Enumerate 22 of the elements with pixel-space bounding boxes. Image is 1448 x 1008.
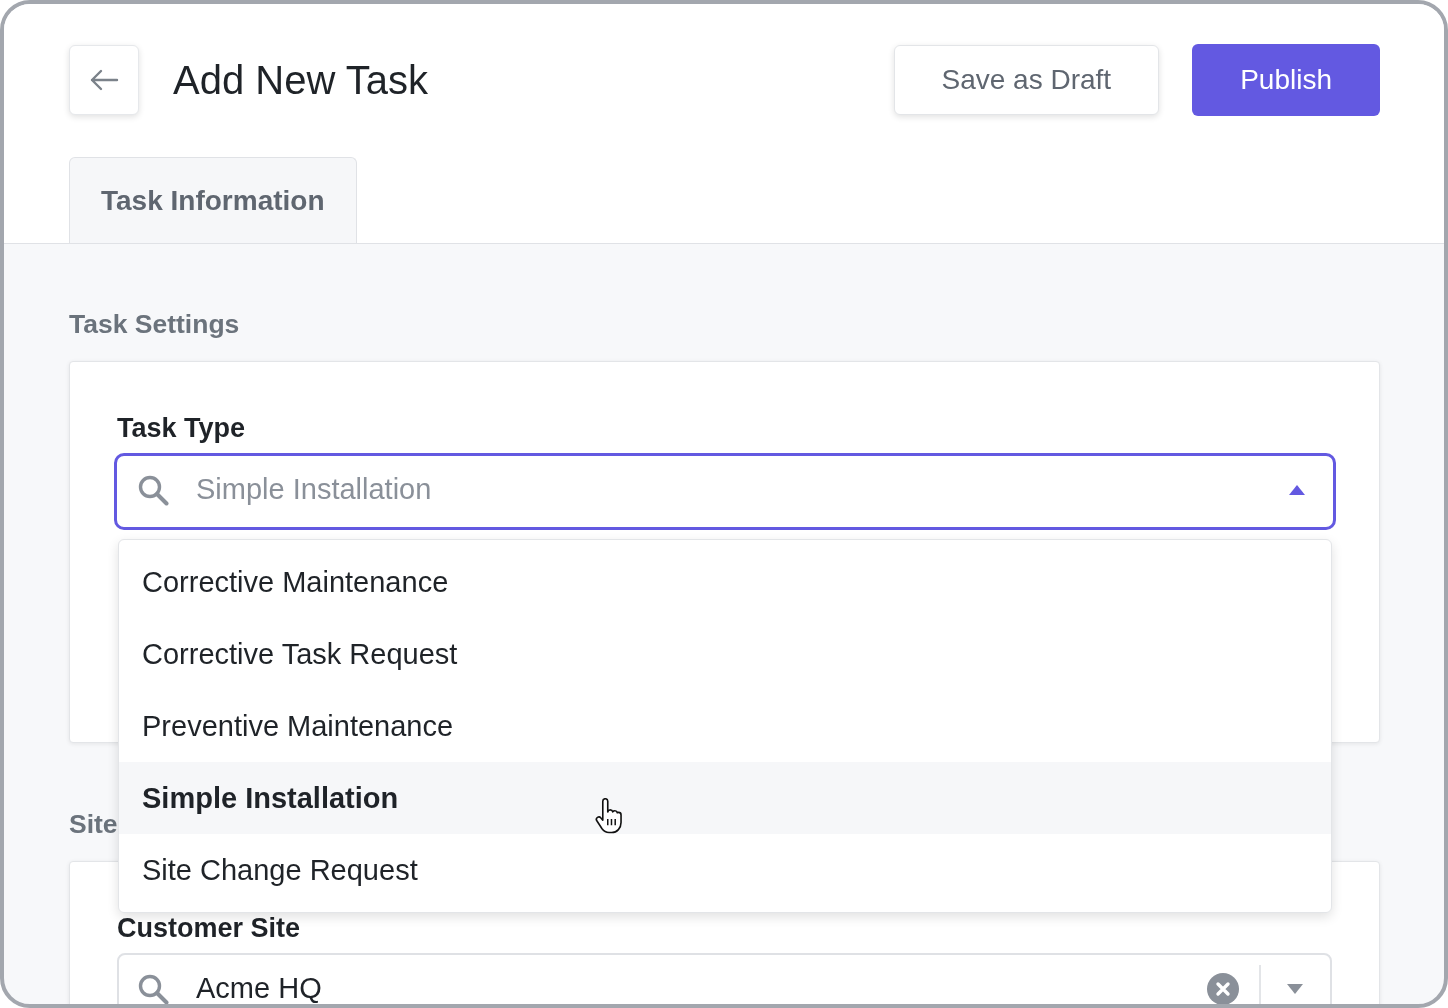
field-label: Task Type bbox=[117, 412, 246, 445]
dropdown-option[interactable]: Corrective Maintenance bbox=[119, 546, 1331, 618]
tab[interactable]: Task Information bbox=[69, 157, 357, 243]
save-draft-button[interactable]: Save as Draft bbox=[893, 45, 1160, 115]
hand-cursor-icon bbox=[594, 798, 624, 834]
section-heading: Site bbox=[69, 808, 118, 841]
search-icon bbox=[137, 473, 169, 506]
publish-button[interactable]: Publish bbox=[1192, 44, 1380, 116]
search-icon bbox=[137, 972, 169, 1004]
select-field[interactable]: Acme HQ bbox=[117, 953, 1332, 1004]
back-button[interactable] bbox=[69, 45, 139, 115]
field-label: Customer Site bbox=[117, 912, 301, 945]
caret-up-icon bbox=[1289, 484, 1305, 495]
dropdown-option[interactable]: Corrective Task Request bbox=[119, 618, 1331, 690]
dropdown-option[interactable]: Simple Installation bbox=[119, 762, 1331, 834]
dropdown-option[interactable]: Site Change Request bbox=[119, 834, 1331, 906]
page-title: Add New Task bbox=[173, 57, 428, 104]
section-heading: Task Settings bbox=[69, 308, 240, 341]
caret-down-icon bbox=[1287, 983, 1303, 994]
dropdown-option[interactable]: Preventive Maintenance bbox=[119, 690, 1331, 762]
clear-icon bbox=[1207, 972, 1239, 1004]
back-arrow-icon bbox=[89, 69, 119, 91]
